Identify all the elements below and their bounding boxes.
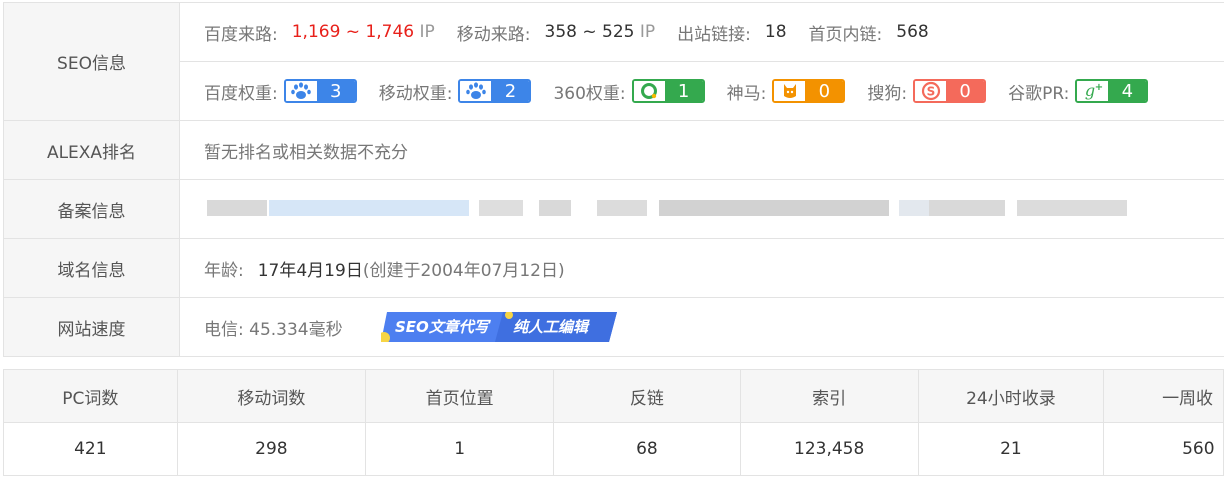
baidu-mobile-paw-icon (460, 81, 492, 101)
domain-created-date: (创建于2004年07月12日) (362, 260, 565, 281)
stats-header-week-indexed: 一周收 (1103, 369, 1224, 423)
domain-row: 域名信息 年龄: 17年4月19日 (创建于2004年07月12日) (3, 239, 1224, 298)
domain-values: 年龄: 17年4月19日 (创建于2004年07月12日) (179, 239, 1224, 297)
seo-label: SEO信息 (3, 3, 180, 120)
weight-sogou-label: 搜狗: (867, 83, 908, 104)
stats-value-index[interactable]: 123,458 (739, 422, 919, 476)
weight-shenma-badge[interactable]: 0 (772, 79, 846, 103)
stats-header-pc-keywords: PC词数 (3, 369, 178, 423)
stats-header-index: 索引 (739, 369, 919, 423)
weight-google-badge[interactable]: g + 4 (1075, 79, 1149, 103)
seo-values: 百度来路: 1,169 ~ 1,746 IP 移动来路: 358 ~ 525 I… (179, 3, 1224, 120)
weight-baidu: 百度权重: 3 (204, 79, 357, 104)
stats-value-mobile-keywords[interactable]: 298 (176, 422, 367, 476)
stats-value-week-indexed[interactable]: 560 (1103, 422, 1224, 476)
weight-baidu-badge[interactable]: 3 (283, 79, 357, 103)
seo-traffic-line: 百度来路: 1,169 ~ 1,746 IP 移动来路: 358 ~ 525 I… (204, 3, 929, 61)
sogou-icon: S (915, 81, 947, 101)
baidu-traffic-unit: IP (419, 22, 435, 42)
weight-baidu-value: 3 (316, 81, 355, 101)
weight-mobile: 移动权重: 2 (379, 79, 532, 104)
outbound-links-label: 出站链接: (677, 24, 751, 45)
internal-links-value[interactable]: 568 (896, 22, 928, 42)
svg-text:+: + (1095, 82, 1103, 93)
weight-360-value: 1 (664, 81, 703, 101)
speed-label: 网站速度 (3, 298, 180, 356)
domain-age-label: 年龄: (204, 260, 244, 281)
weight-google-label: 谷歌PR: (1008, 83, 1070, 104)
alexa-label: ALEXA排名 (3, 121, 180, 179)
mobile-traffic-label: 移动来路: (456, 24, 531, 45)
weight-shenma-value: 0 (805, 81, 844, 101)
stats-header-home-position: 首页位置 (365, 369, 555, 423)
weight-360: 360权重: 1 (553, 79, 705, 104)
weight-shenma: 神马: 0 (727, 79, 846, 104)
weight-360-label: 360权重: (553, 83, 626, 104)
speed-row: 网站速度 电信: 45.334毫秒 SEO文章代写 纯人工编辑 (3, 298, 1224, 357)
seo-weights-line: 百度权重: 3 移动权重: 2 360权重: 1 神马: 0 搜狗: S 0 谷… (179, 61, 1224, 104)
baidu-traffic-value[interactable]: 1,169 ~ 1,746 (292, 22, 414, 42)
weight-sogou-badge[interactable]: S 0 (913, 79, 987, 103)
stats-header-24h-indexed: 24小时收录 (917, 369, 1105, 423)
stats-value-24h-indexed[interactable]: 21 (917, 422, 1105, 476)
weight-google-value: 4 (1108, 81, 1147, 101)
icp-label: 备案信息 (3, 180, 180, 238)
stats-value-home-position[interactable]: 1 (365, 422, 555, 476)
weight-google: 谷歌PR: g + 4 (1008, 79, 1149, 104)
baidu-paw-icon (285, 81, 317, 101)
baidu-traffic-label: 百度来路: (204, 24, 278, 45)
weight-mobile-badge[interactable]: 2 (458, 79, 532, 103)
google-plus-icon: g + (1077, 81, 1109, 101)
speed-line: 电信: 45.334毫秒 (204, 298, 343, 356)
weight-shenma-label: 神马: (726, 83, 767, 104)
promo-left-text: SEO文章代写 (395, 318, 489, 336)
stats-table: PC词数 移动词数 首页位置 反链 索引 24小时收录 一周收 421 298 … (3, 369, 1224, 476)
domain-label: 域名信息 (3, 239, 180, 297)
domain-line: 年龄: 17年4月19日 (创建于2004年07月12日) (204, 239, 565, 297)
mobile-traffic-value[interactable]: 358 ~ 525 (545, 22, 635, 42)
internal-links-label: 首页内链: (808, 24, 883, 45)
alexa-line: 暂无排名或相关数据不充分 (204, 121, 408, 179)
stats-header-backlinks: 反链 (553, 369, 741, 423)
weight-mobile-value: 2 (491, 81, 530, 101)
stats-value-backlinks[interactable]: 68 (553, 422, 741, 476)
speed-value: 电信: 45.334毫秒 (204, 319, 343, 340)
seo-row: SEO信息 百度来路: 1,169 ~ 1,746 IP 移动来路: 358 ~… (3, 3, 1224, 121)
stats-header-row: PC词数 移动词数 首页位置 反链 索引 24小时收录 一周收 (3, 369, 1224, 423)
weight-360-badge[interactable]: 1 (631, 79, 705, 103)
stats-value-pc-keywords[interactable]: 421 (3, 422, 178, 476)
svg-text:g: g (1085, 81, 1095, 100)
site-info-panel: SEO信息 百度来路: 1,169 ~ 1,746 IP 移动来路: 358 ~… (3, 2, 1224, 357)
speed-values: 电信: 45.334毫秒 SEO文章代写 纯人工编辑 (179, 298, 1224, 356)
mobile-traffic-unit: IP (639, 22, 656, 42)
svg-text:S: S (926, 85, 935, 99)
icp-row: 备案信息 (3, 180, 1224, 239)
outbound-links-value[interactable]: 18 (765, 22, 787, 42)
weight-mobile-label: 移动权重: (378, 83, 453, 104)
domain-age-value: 17年4月19日 (257, 260, 363, 281)
alexa-row: ALEXA排名 暂无排名或相关数据不充分 (3, 121, 1224, 180)
stats-header-mobile-keywords: 移动词数 (176, 369, 367, 423)
alexa-value: 暂无排名或相关数据不充分 (204, 142, 408, 163)
stats-value-row: 421 298 1 68 123,458 21 560 (3, 422, 1224, 476)
weight-sogou: 搜狗: S 0 (867, 79, 987, 104)
weight-baidu-label: 百度权重: (204, 83, 278, 104)
icp-redacted-blur (179, 180, 1139, 238)
seo-writing-promo-banner[interactable]: SEO文章代写 纯人工编辑 (378, 311, 617, 344)
promo-right-text: 纯人工编辑 (513, 318, 589, 336)
360-search-icon (633, 81, 665, 101)
shenma-icon (774, 81, 806, 101)
icp-values (179, 180, 1224, 238)
weight-sogou-value: 0 (946, 81, 985, 101)
alexa-values: 暂无排名或相关数据不充分 (179, 121, 1224, 179)
